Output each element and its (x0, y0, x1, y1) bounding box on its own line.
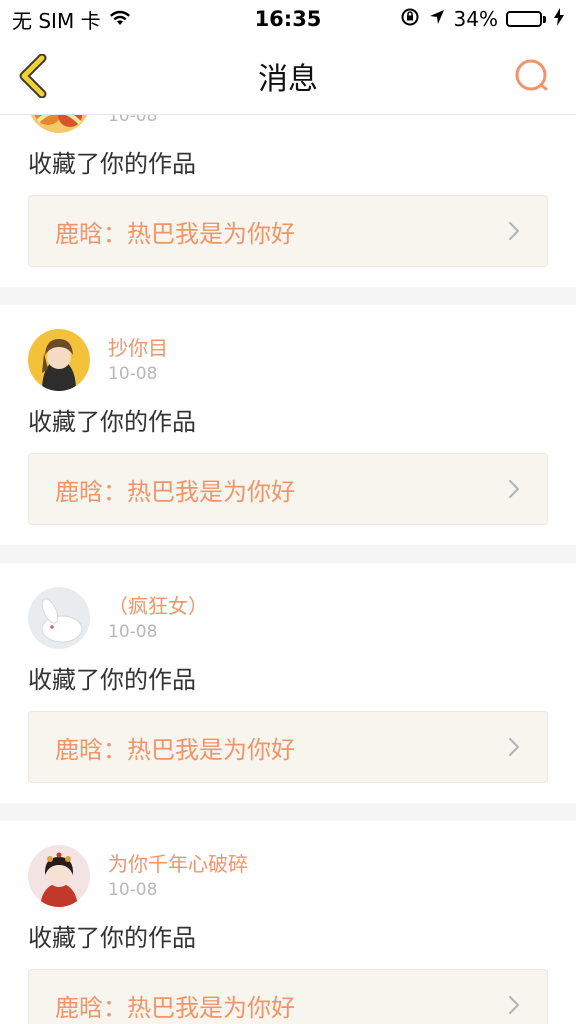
battery-percent: 34% (453, 7, 498, 31)
battery-icon (506, 11, 546, 27)
action-text: 收藏了你的作品 (28, 408, 196, 436)
status-right: 34% (400, 7, 564, 32)
quoted-work-card[interactable]: 鹿晗：热巴我是为你好 (28, 453, 548, 525)
quoted-work-card[interactable]: 鹿晗：热巴我是为你好 (28, 195, 548, 267)
username[interactable]: 为你千年心破碎 (108, 851, 248, 877)
quoted-work-title: 鹿晗：热巴我是为你好 (55, 735, 295, 764)
search-button[interactable] (512, 56, 552, 96)
username[interactable]: （疯狂女） (108, 593, 208, 619)
nav-bar: 消息 (0, 38, 576, 115)
back-button[interactable] (16, 53, 52, 99)
status-bar: 无 SIM 卡 16:35 34% (0, 0, 576, 38)
clock: 16:35 (254, 7, 322, 31)
action-text: 收藏了你的作品 (28, 924, 196, 952)
chevron-right-icon (508, 737, 520, 757)
chevron-left-icon (19, 53, 47, 99)
message-item: 为你千年心破碎 10-08 收藏了你的作品 鹿晗：热巴我是为你好 (0, 821, 576, 1024)
wifi-icon (109, 7, 131, 31)
quoted-work-title: 鹿晗：热巴我是为你好 (55, 219, 295, 248)
separator (0, 803, 576, 821)
search-icon (515, 59, 548, 91)
timestamp: 10-08 (108, 622, 158, 642)
separator (0, 287, 576, 305)
message-item: 抄你目 10-08 收藏了你的作品 鹿晗：热巴我是为你好 (0, 305, 576, 545)
location-arrow-icon (428, 7, 446, 31)
chevron-right-icon (508, 221, 520, 241)
message-item: 10-08 收藏了你的作品 鹿晗：热巴我是为你好 (0, 115, 576, 287)
avatar[interactable] (28, 115, 90, 133)
quoted-work-card[interactable]: 鹿晗：热巴我是为你好 (28, 711, 548, 783)
quoted-work-title: 鹿晗：热巴我是为你好 (55, 993, 295, 1022)
timestamp: 10-08 (108, 364, 158, 384)
message-item: （疯狂女） 10-08 收藏了你的作品 鹿晗：热巴我是为你好 (0, 563, 576, 803)
timestamp: 10-08 (108, 880, 158, 900)
avatar[interactable] (28, 587, 90, 649)
message-feed[interactable]: 10-08 收藏了你的作品 鹿晗：热巴我是为你好 抄你目 10-08 收藏了你的… (0, 115, 576, 1024)
avatar[interactable] (28, 329, 90, 391)
status-left: 无 SIM 卡 (12, 5, 131, 34)
chevron-right-icon (508, 479, 520, 499)
page-title: 消息 (258, 62, 318, 97)
chevron-right-icon (508, 995, 520, 1015)
action-text: 收藏了你的作品 (28, 150, 196, 178)
carrier-label: 无 SIM 卡 (12, 8, 101, 33)
charging-bolt-icon (554, 7, 564, 31)
timestamp: 10-08 (108, 115, 158, 126)
avatar[interactable] (28, 845, 90, 907)
rotation-lock-icon (400, 7, 420, 32)
username[interactable]: 抄你目 (108, 335, 168, 361)
separator (0, 545, 576, 563)
quoted-work-card[interactable]: 鹿晗：热巴我是为你好 (28, 969, 548, 1024)
quoted-work-title: 鹿晗：热巴我是为你好 (55, 477, 295, 506)
action-text: 收藏了你的作品 (28, 666, 196, 694)
